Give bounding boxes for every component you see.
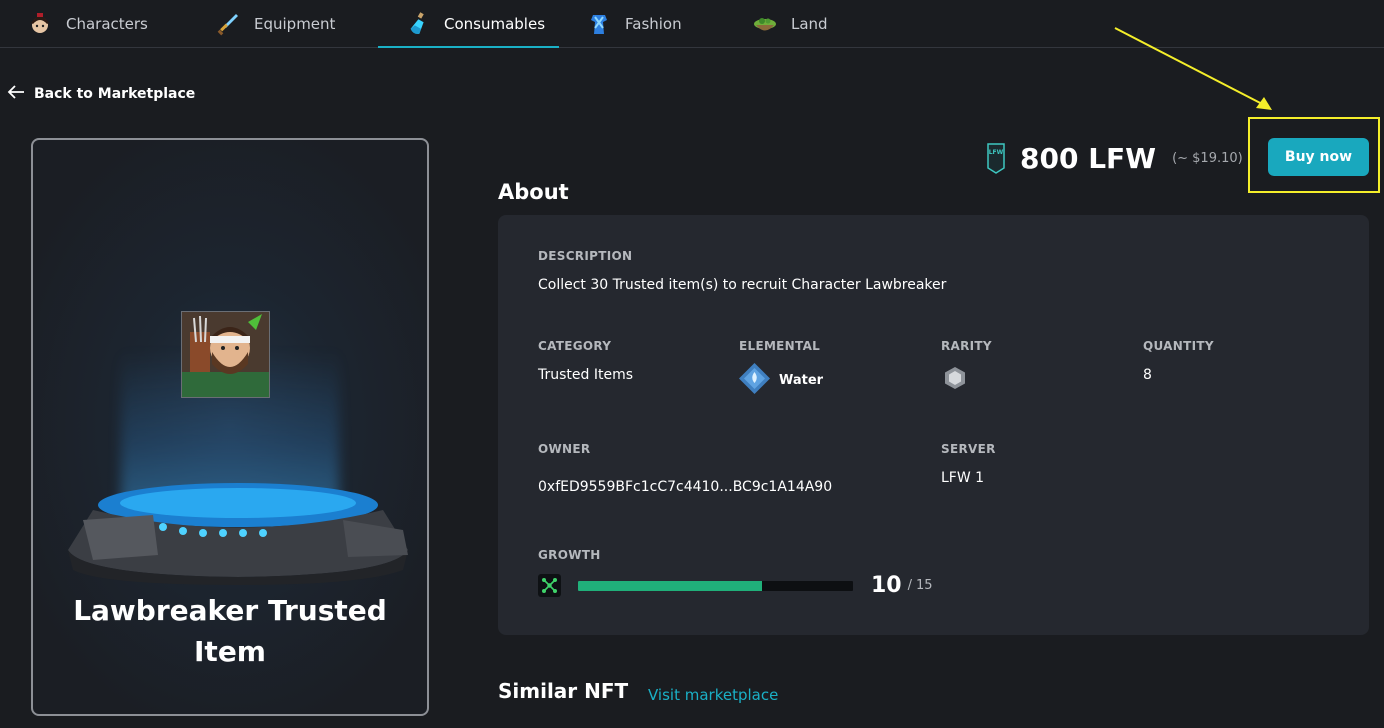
tab-equipment[interactable]: Equipment xyxy=(188,0,378,47)
lfw-token-icon: LFW xyxy=(986,142,1006,174)
growth-separator: / xyxy=(907,578,913,593)
tab-label: Characters xyxy=(66,14,148,33)
price-value: 800 LFW xyxy=(1020,141,1157,175)
character-avatar-icon xyxy=(28,12,52,36)
tab-characters[interactable]: Characters xyxy=(0,0,188,47)
description-text: Collect 30 Trusted item(s) to recruit Ch… xyxy=(538,277,947,293)
sword-icon xyxy=(216,12,240,36)
back-to-marketplace-link[interactable]: Back to Marketplace xyxy=(6,82,195,106)
tab-label: Consumables xyxy=(444,14,546,33)
highlight-box xyxy=(1248,117,1380,193)
tab-label: Fashion xyxy=(625,14,682,33)
elemental-text: Water xyxy=(779,373,824,388)
growth-progress-fill xyxy=(578,580,763,591)
island-icon xyxy=(753,12,777,36)
owner-address: 0xfED9559BFc1cC7c4410...BC9c1A14A90 xyxy=(538,479,833,495)
server-value: LFW 1 xyxy=(941,470,985,486)
tab-consumables[interactable]: Consumables xyxy=(378,0,559,48)
back-label: Back to Marketplace xyxy=(34,86,196,102)
growth-progress-bar xyxy=(578,580,853,591)
tab-label: Land xyxy=(791,14,828,33)
price-usd: (~ $19.10) xyxy=(1172,150,1243,166)
rarity-common-icon xyxy=(944,366,966,394)
quantity-value: 8 xyxy=(1143,367,1152,383)
tab-land[interactable]: Land xyxy=(725,0,865,47)
growth-label: GROWTH xyxy=(538,548,601,562)
elemental-label: ELEMENTAL xyxy=(739,339,821,353)
quantity-label: QUANTITY xyxy=(1143,339,1214,353)
arrow-left-icon xyxy=(6,82,26,106)
svg-text:LFW: LFW xyxy=(989,149,1004,156)
outfit-icon xyxy=(587,12,611,36)
potion-bottle-icon xyxy=(406,11,430,36)
rarity-label: RARITY xyxy=(941,339,992,353)
category-value: Trusted Items xyxy=(538,367,634,383)
elemental-value: Water xyxy=(738,362,823,399)
about-panel: DESCRIPTION Collect 30 Trusted item(s) t… xyxy=(498,215,1369,635)
growth-value: 10 xyxy=(871,573,902,598)
owner-label: OWNER xyxy=(538,442,591,456)
water-element-icon xyxy=(738,362,771,399)
price-area: LFW 800 LFW (~ $19.10) xyxy=(986,140,1243,176)
item-card: Lawbreaker Trusted Item xyxy=(31,138,429,716)
tab-fashion[interactable]: Fashion xyxy=(559,0,725,47)
description-label: DESCRIPTION xyxy=(538,249,633,263)
item-title: Lawbreaker Trusted Item xyxy=(73,594,387,668)
pedestal-graphic xyxy=(68,483,408,585)
similar-nft-heading: Similar NFT xyxy=(498,679,629,703)
about-heading: About xyxy=(498,180,569,204)
item-portrait-image xyxy=(181,311,270,398)
annotation-arrow xyxy=(1114,27,1272,110)
visit-marketplace-link[interactable]: Visit marketplace xyxy=(648,686,778,704)
growth-row: 10 / 15 xyxy=(538,573,933,598)
category-label: CATEGORY xyxy=(538,339,612,353)
growth-icon xyxy=(538,574,561,597)
tab-label: Equipment xyxy=(254,14,336,33)
growth-max: 15 xyxy=(916,578,933,593)
server-label: SERVER xyxy=(941,442,996,456)
